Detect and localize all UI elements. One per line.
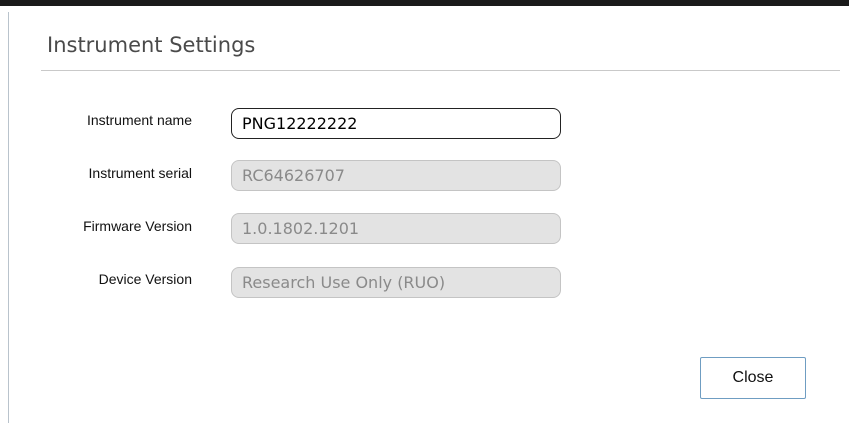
firmware-version-label: Firmware Version [83,218,192,234]
instrument-serial-label: Instrument serial [88,165,192,181]
device-version-field: Research Use Only (RUO) [231,267,561,298]
instrument-name-label: Instrument name [86,112,192,128]
device-version-label: Device Version [98,271,192,287]
instrument-settings-dialog: Instrument Settings Instrument name PNG1… [0,0,849,423]
firmware-version-field: 1.0.1802.1201 [231,213,561,244]
dialog-title: Instrument Settings [47,33,256,57]
title-divider [41,70,840,71]
instrument-name-field[interactable]: PNG12222222 [231,108,561,139]
close-button[interactable]: Close [700,357,806,399]
instrument-serial-field: RC64626707 [231,160,561,191]
